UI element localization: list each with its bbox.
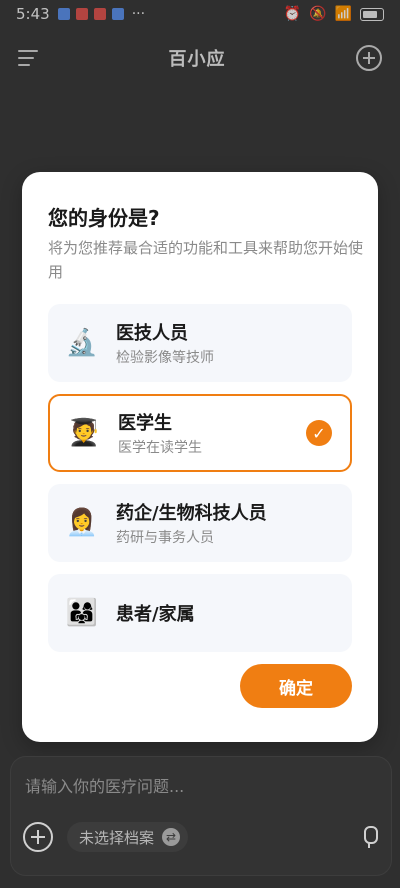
option-medical-student[interactable]: 🧑‍🎓 医学生 医学在读学生 ✓ [48, 394, 352, 472]
microscope-icon: 🔬 [65, 328, 99, 358]
chat-input-area[interactable]: 请输入你的医疗问题... 未选择档案 ⇄ [10, 756, 392, 876]
add-icon[interactable] [23, 822, 53, 852]
microphone-icon[interactable] [359, 824, 379, 850]
chat-input[interactable]: 请输入你的医疗问题... [25, 773, 184, 797]
option-name: 医学生 [118, 413, 172, 434]
check-icon: ✓ [306, 420, 332, 446]
option-desc: 医学在读学生 [118, 440, 202, 456]
family-icon: 👨‍👩‍👧 [65, 598, 99, 628]
option-patient-family[interactable]: 👨‍👩‍👧 患者/家属 [48, 574, 352, 652]
archive-label: 未选择档案 [79, 828, 155, 847]
identity-modal: 您的身份是? 将为您推荐最合适的功能和工具来帮助您开始使用 🔬 医技人员 检验影… [22, 172, 378, 742]
modal-title: 您的身份是? [48, 206, 160, 230]
swap-icon: ⇄ [162, 828, 181, 846]
option-medical-technician[interactable]: 🔬 医技人员 检验影像等技师 [48, 304, 352, 382]
option-desc: 检验影像等技师 [116, 350, 214, 366]
modal-subtitle: 将为您推荐最合适的功能和工具来帮助您开始使用 [48, 239, 364, 281]
option-name: 医技人员 [116, 323, 188, 344]
screen: 5:43 ··· ⏰ 🔕 📶 百小应 您的身份是? 将为您推荐最合适的功能和工具… [0, 0, 400, 888]
option-desc: 药研与事务人员 [116, 530, 214, 546]
option-name: 患者/家属 [116, 604, 195, 625]
archive-selector[interactable]: 未选择档案 ⇄ [67, 822, 189, 852]
pharma-icon: 👩‍💼 [65, 508, 99, 538]
student-icon: 🧑‍🎓 [67, 418, 101, 448]
option-pharma-biotech[interactable]: 👩‍💼 药企/生物科技人员 药研与事务人员 [48, 484, 352, 562]
identity-options: 🔬 医技人员 检验影像等技师 🧑‍🎓 医学生 医学在读学生 ✓ 👩‍💼 药企/生… [48, 304, 352, 664]
option-name: 药企/生物科技人员 [116, 503, 267, 524]
confirm-button[interactable]: 确定 [240, 664, 352, 708]
input-toolbar: 未选择档案 ⇄ [23, 819, 379, 855]
